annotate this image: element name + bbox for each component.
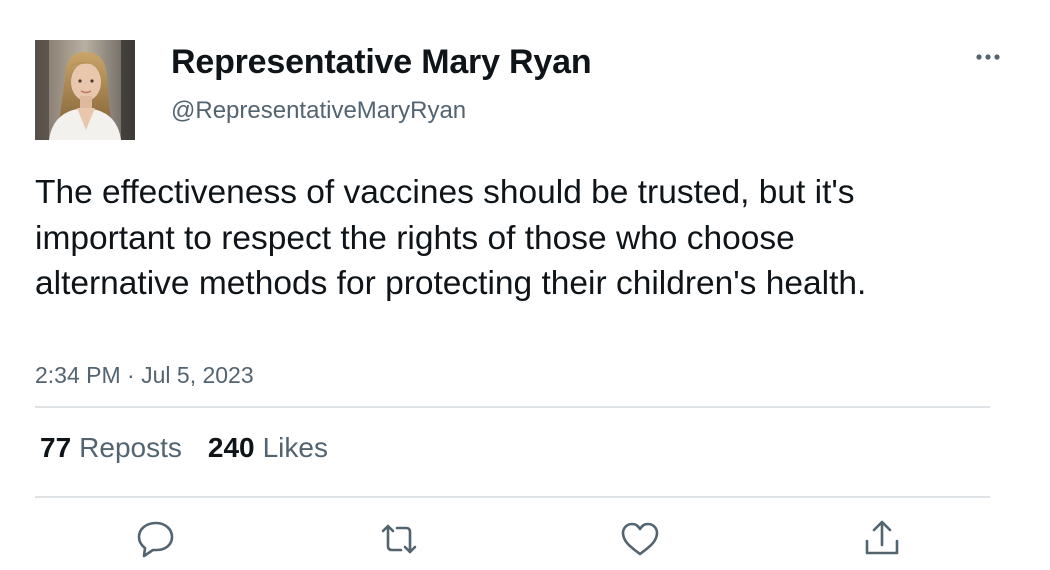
reply-button[interactable]: [134, 517, 178, 561]
likes-label: Likes: [262, 432, 328, 463]
reposts-stat[interactable]: 77 Reposts: [40, 432, 182, 464]
reply-icon: [137, 521, 174, 558]
more-options-button[interactable]: [968, 42, 1008, 72]
display-name[interactable]: Representative Mary Ryan: [171, 43, 592, 82]
retweet-button[interactable]: [377, 517, 421, 561]
timestamp-separator: ·: [120, 362, 142, 388]
tweet-time: 2:34 PM: [35, 362, 121, 388]
profile-photo-icon: [35, 40, 135, 140]
divider: [35, 496, 990, 498]
retweet-icon: [381, 524, 417, 554]
user-handle[interactable]: @RepresentativeMaryRyan: [171, 97, 466, 125]
like-icon: [621, 522, 659, 556]
avatar[interactable]: [35, 40, 135, 140]
divider: [35, 406, 990, 408]
tweet-date: Jul 5, 2023: [141, 362, 254, 388]
reposts-label: Reposts: [79, 432, 182, 463]
tweet-text: The effectiveness of vaccines should be …: [35, 174, 867, 302]
share-button[interactable]: [860, 517, 904, 561]
like-button[interactable]: [618, 517, 662, 561]
engagement-stats: 77 Reposts 240 Likes: [40, 432, 354, 464]
timestamp[interactable]: 2:34 PM · Jul 5, 2023: [35, 362, 254, 389]
tweet-card: Representative Mary Ryan @Representative…: [0, 0, 1050, 570]
likes-count: 240: [207, 432, 255, 463]
share-icon: [865, 520, 899, 555]
reposts-count: 77: [40, 432, 72, 463]
likes-stat[interactable]: 240 Likes: [208, 432, 328, 464]
more-horizontal-icon: [976, 54, 1000, 60]
